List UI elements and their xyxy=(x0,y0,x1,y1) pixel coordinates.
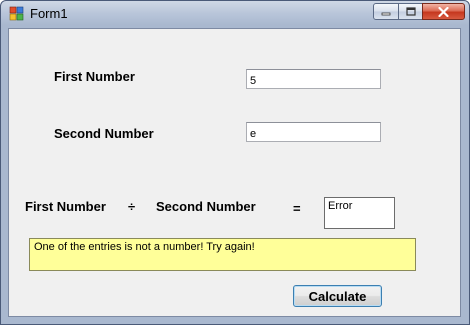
minimize-button[interactable] xyxy=(373,3,399,20)
app-window: Form1 First Number Second Number First N… xyxy=(0,0,470,325)
title-bar[interactable]: Form1 xyxy=(1,1,469,27)
window-title: Form1 xyxy=(30,6,68,21)
division-symbol: ÷ xyxy=(128,199,136,214)
second-number-input[interactable] xyxy=(246,122,381,142)
result-display: Error xyxy=(324,197,395,229)
form-body: First Number Second Number First Number … xyxy=(8,28,461,317)
maximize-icon xyxy=(405,7,416,16)
second-number-label: Second Number xyxy=(54,126,154,141)
maximize-button[interactable] xyxy=(398,3,423,20)
minimize-icon xyxy=(381,12,391,15)
first-number-label: First Number xyxy=(54,69,135,84)
close-icon xyxy=(438,6,449,17)
form-app-icon xyxy=(9,6,24,21)
calculate-button[interactable]: Calculate xyxy=(293,285,382,307)
equation-second-label: Second Number xyxy=(156,199,256,214)
error-message: One of the entries is not a number! Try … xyxy=(29,238,416,271)
close-button[interactable] xyxy=(422,3,465,20)
equation-first-label: First Number xyxy=(25,199,106,214)
first-number-input[interactable] xyxy=(246,69,381,89)
equals-symbol: = xyxy=(293,201,301,216)
